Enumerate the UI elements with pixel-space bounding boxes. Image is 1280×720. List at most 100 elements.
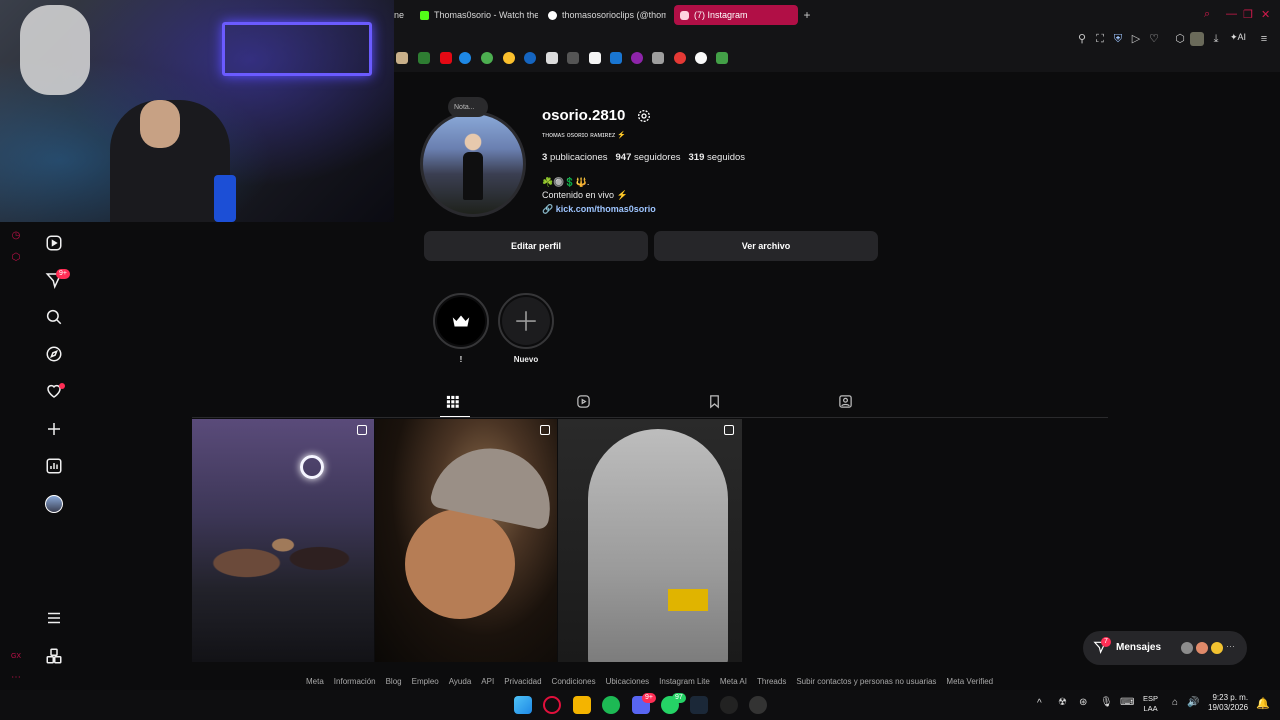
language-indicator[interactable]: ESP LAA bbox=[1143, 694, 1158, 714]
close-icon[interactable]: ✕ bbox=[1261, 8, 1270, 21]
keyboard-icon[interactable]: ⌨ bbox=[1120, 697, 1134, 708]
footer-link[interactable]: Ubicaciones bbox=[606, 677, 650, 686]
bookmark-icon[interactable] bbox=[631, 52, 643, 64]
tray-app-icon[interactable]: ☢ bbox=[1058, 697, 1067, 708]
profile-avatar-icon[interactable] bbox=[1190, 32, 1204, 46]
webcam-person-head bbox=[140, 100, 180, 148]
steam-icon[interactable] bbox=[690, 696, 708, 714]
dashboard-icon[interactable] bbox=[44, 456, 64, 476]
bookmark-icon[interactable] bbox=[674, 52, 686, 64]
followers-stat[interactable]: 947 seguidores bbox=[616, 152, 681, 163]
footer-link[interactable]: API bbox=[481, 677, 494, 686]
browser-tab-tiktok[interactable]: thomasosorioclips (@thom bbox=[548, 5, 666, 25]
tray-app-icon[interactable]: ⊛ bbox=[1079, 697, 1087, 708]
footer-link[interactable]: Meta Verified bbox=[946, 677, 993, 686]
bookmark-icon[interactable] bbox=[396, 52, 408, 64]
footer-link[interactable]: Empleo bbox=[412, 677, 439, 686]
notification-bell-icon[interactable]: 🔔 bbox=[1256, 697, 1270, 710]
footer-link[interactable]: Subir contactos y personas no usuarias bbox=[796, 677, 936, 686]
browser-tab-kick[interactable]: Thomas0sorio - Watch the bbox=[420, 5, 538, 25]
browser-tab-0[interactable]: ne bbox=[394, 5, 404, 25]
footer-link[interactable]: Información bbox=[334, 677, 376, 686]
microphone-icon[interactable]: 🎙 bbox=[1100, 697, 1113, 708]
bio-link[interactable]: 🔗 kick.com/thomas0sorio bbox=[542, 204, 656, 215]
post-thumbnail[interactable] bbox=[192, 419, 374, 662]
bookmark-icon[interactable] bbox=[503, 52, 515, 64]
notification-badge: 9+ bbox=[56, 269, 70, 279]
ai-button[interactable]: ✦AI bbox=[1230, 32, 1246, 43]
pin-icon[interactable]: ⚲ bbox=[1075, 32, 1089, 46]
browser-tab-instagram[interactable]: (7) Instagram bbox=[674, 5, 798, 25]
new-tab-button[interactable]: + bbox=[800, 8, 814, 22]
bio-emoji-line: ☘️🔘💲🔱. bbox=[542, 177, 590, 187]
edit-profile-button[interactable]: Editar perfil bbox=[424, 231, 648, 261]
posts-grid-tab-icon[interactable] bbox=[445, 394, 461, 410]
more-icon[interactable]: ⋯ bbox=[10, 672, 22, 684]
footer-link[interactable]: Ayuda bbox=[449, 677, 472, 686]
heart-icon[interactable]: ♡ bbox=[1147, 32, 1161, 46]
extensions-icon[interactable]: ⬡ bbox=[1173, 32, 1187, 46]
profile-avatar[interactable] bbox=[420, 111, 526, 217]
webcam-poster bbox=[20, 5, 90, 95]
taskbar-clock[interactable]: 9:23 p. m. 19/03/2026 bbox=[1208, 693, 1248, 713]
following-stat[interactable]: 319 seguidos bbox=[689, 152, 746, 163]
document-icon[interactable] bbox=[546, 52, 558, 64]
highlight-item[interactable] bbox=[433, 293, 489, 349]
settings-gear-icon[interactable] bbox=[636, 108, 652, 124]
footer-link[interactable]: Blog bbox=[386, 677, 402, 686]
opera-gx-icon[interactable] bbox=[543, 696, 561, 714]
reels-tab-icon[interactable] bbox=[576, 394, 592, 410]
note-bubble[interactable]: Nota... bbox=[448, 97, 488, 117]
create-icon[interactable] bbox=[44, 419, 64, 439]
bookmark-icon[interactable] bbox=[589, 52, 601, 64]
maximize-icon[interactable]: ❐ bbox=[1243, 8, 1253, 21]
edge-icon[interactable] bbox=[459, 52, 471, 64]
bookmark-icon[interactable] bbox=[610, 52, 622, 64]
snapshot-icon[interactable]: ⛶ bbox=[1093, 32, 1107, 46]
minimize-icon[interactable]: — bbox=[1226, 8, 1237, 20]
reels-icon[interactable] bbox=[44, 233, 64, 253]
file-explorer-icon[interactable] bbox=[573, 696, 591, 714]
spotify-icon[interactable] bbox=[602, 696, 620, 714]
post-thumbnail[interactable] bbox=[375, 419, 557, 662]
footer-link[interactable]: Meta bbox=[306, 677, 324, 686]
search-icon[interactable] bbox=[44, 307, 64, 327]
gx-icon[interactable]: GX bbox=[10, 651, 22, 663]
shield-icon[interactable]: ⛨ bbox=[1111, 32, 1125, 46]
tagged-tab-icon[interactable] bbox=[838, 394, 854, 410]
bookmark-icon[interactable] bbox=[695, 52, 707, 64]
app-icon[interactable] bbox=[749, 696, 767, 714]
footer-link[interactable]: Privacidad bbox=[504, 677, 541, 686]
settings-gear-icon[interactable] bbox=[720, 696, 738, 714]
volume-icon[interactable]: 🔊 bbox=[1187, 697, 1199, 708]
link-icon[interactable] bbox=[567, 52, 579, 64]
also-from-meta-icon[interactable] bbox=[44, 646, 64, 666]
play-icon[interactable]: ▷ bbox=[1129, 32, 1143, 46]
netflix-icon[interactable] bbox=[440, 52, 452, 64]
footer-link[interactable]: Meta AI bbox=[720, 677, 747, 686]
bookmark-icon[interactable] bbox=[716, 52, 728, 64]
saved-tab-icon[interactable] bbox=[707, 394, 723, 410]
network-icon[interactable]: ⌂ bbox=[1172, 697, 1178, 708]
new-highlight-button[interactable] bbox=[498, 293, 554, 349]
chevron-up-icon[interactable]: ^ bbox=[1037, 698, 1042, 709]
footer-link[interactable]: Threads bbox=[757, 677, 786, 686]
footer-link[interactable]: Condiciones bbox=[552, 677, 596, 686]
profile-avatar-icon[interactable] bbox=[44, 494, 64, 514]
plus-icon bbox=[502, 297, 550, 345]
windows-start-icon[interactable] bbox=[514, 696, 532, 714]
bookmark-icon[interactable] bbox=[524, 52, 536, 64]
post-thumbnail[interactable] bbox=[558, 419, 742, 662]
bookmark-icon[interactable] bbox=[418, 52, 430, 64]
pinboard-icon[interactable]: ⬡ bbox=[10, 252, 22, 264]
explore-icon[interactable] bbox=[44, 344, 64, 364]
history-icon[interactable]: ◷ bbox=[10, 230, 22, 242]
download-icon[interactable]: ⤓ bbox=[1209, 32, 1223, 46]
search-tabs-icon[interactable]: ⌕ bbox=[1204, 8, 1210, 21]
footer-link[interactable]: Instagram Lite bbox=[659, 677, 710, 686]
chrome-icon[interactable] bbox=[481, 52, 493, 64]
menu-icon[interactable]: ≡ bbox=[1257, 32, 1271, 46]
menu-icon[interactable] bbox=[44, 608, 64, 628]
view-archive-button[interactable]: Ver archivo bbox=[654, 231, 878, 261]
anchor-icon[interactable] bbox=[652, 52, 664, 64]
